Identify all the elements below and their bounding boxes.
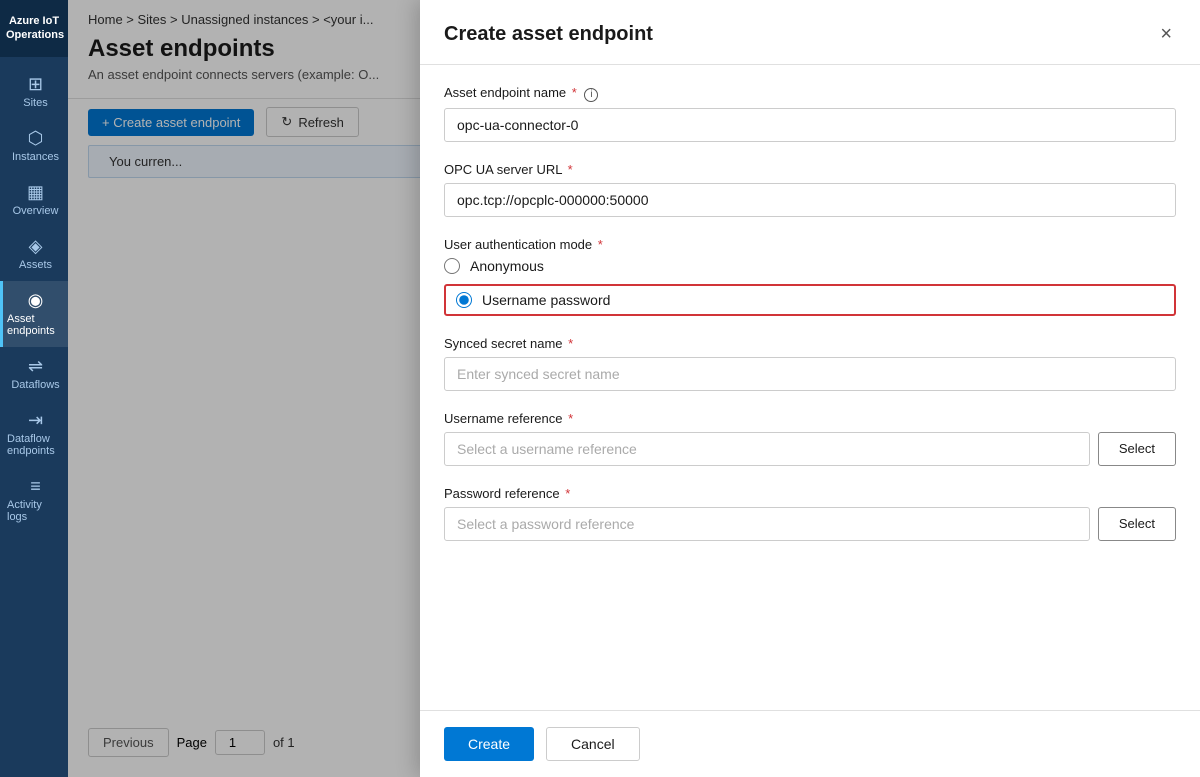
sidebar-item-overview[interactable]: ▦ Overview xyxy=(0,173,68,227)
password-reference-label: Password reference * xyxy=(444,486,1176,501)
asset-endpoints-icon: ◉ xyxy=(28,291,44,309)
radio-anonymous-label: Anonymous xyxy=(470,258,544,274)
sidebar-item-label: Sites xyxy=(23,97,47,109)
endpoint-name-input[interactable] xyxy=(444,108,1176,142)
modal-header: Create asset endpoint × xyxy=(420,0,1200,65)
sidebar-item-label: Dataflow endpoints xyxy=(7,433,64,457)
synced-secret-label: Synced secret name * xyxy=(444,336,1176,351)
sidebar-item-dataflow-endpoints[interactable]: ⇥ Dataflow endpoints xyxy=(0,401,68,467)
sidebar-item-label: Activity logs xyxy=(7,499,64,523)
required-star: * xyxy=(568,411,573,426)
info-icon[interactable]: i xyxy=(584,88,598,102)
password-reference-input[interactable] xyxy=(444,507,1090,541)
auth-mode-label: User authentication mode * xyxy=(444,237,1176,252)
password-reference-select-button[interactable]: Select xyxy=(1098,507,1176,541)
sidebar-item-sites[interactable]: ⊞ Sites xyxy=(0,65,68,119)
create-button[interactable]: Create xyxy=(444,727,534,761)
sidebar-item-label: Asset endpoints xyxy=(7,313,64,337)
endpoint-name-group: Asset endpoint name * i xyxy=(444,85,1176,142)
radio-anonymous[interactable]: Anonymous xyxy=(444,258,1176,274)
auth-mode-group: User authentication mode * Anonymous xyxy=(444,237,1176,316)
username-reference-select-button[interactable]: Select xyxy=(1098,432,1176,466)
server-url-input[interactable] xyxy=(444,183,1176,217)
sidebar-item-label: Assets xyxy=(19,259,52,271)
assets-icon: ◈ xyxy=(29,237,43,255)
synced-secret-group: Synced secret name * xyxy=(444,336,1176,391)
username-reference-label: Username reference * xyxy=(444,411,1176,426)
sidebar: Azure IoT Operations ⊞ Sites ⬡ Instances… xyxy=(0,0,68,777)
modal-body: Asset endpoint name * i OPC UA server UR… xyxy=(420,65,1200,710)
main-content: Home > Sites > Unassigned instances > <y… xyxy=(68,0,1200,777)
required-star: * xyxy=(598,237,603,252)
radio-username-password-label: Username password xyxy=(482,292,610,308)
sidebar-item-label: Dataflows xyxy=(11,379,59,391)
create-asset-endpoint-modal: Create asset endpoint × Asset endpoint n… xyxy=(420,0,1200,777)
dataflow-endpoints-icon: ⇥ xyxy=(28,411,43,429)
sidebar-item-dataflows[interactable]: ⇌ Dataflows xyxy=(0,347,68,401)
sidebar-item-instances[interactable]: ⬡ Instances xyxy=(0,119,68,173)
password-reference-input-group: Select xyxy=(444,507,1176,541)
overview-icon: ▦ xyxy=(27,183,44,201)
radio-anonymous-input[interactable] xyxy=(444,258,460,274)
cancel-button[interactable]: Cancel xyxy=(546,727,640,761)
sidebar-item-assets[interactable]: ◈ Assets xyxy=(0,227,68,281)
modal-title: Create asset endpoint xyxy=(444,23,653,46)
sidebar-item-asset-endpoints[interactable]: ◉ Asset endpoints xyxy=(0,281,68,347)
modal-backdrop: Create asset endpoint × Asset endpoint n… xyxy=(68,0,1200,777)
sites-icon: ⊞ xyxy=(28,75,43,93)
radio-username-password-input[interactable] xyxy=(456,292,472,308)
endpoint-name-label: Asset endpoint name * i xyxy=(444,85,1176,102)
activity-logs-icon: ≡ xyxy=(30,477,41,495)
modal-footer: Create Cancel xyxy=(420,710,1200,777)
sidebar-item-label: Instances xyxy=(12,151,59,163)
required-star: * xyxy=(568,336,573,351)
required-star: * xyxy=(568,162,573,177)
radio-username-password[interactable]: Username password xyxy=(456,292,610,308)
app-title: Azure IoT Operations xyxy=(0,0,68,57)
sidebar-item-activity-logs[interactable]: ≡ Activity logs xyxy=(0,467,68,533)
synced-secret-input[interactable] xyxy=(444,357,1176,391)
username-reference-group: Username reference * Select xyxy=(444,411,1176,466)
modal-close-button[interactable]: × xyxy=(1156,20,1176,48)
server-url-group: OPC UA server URL * xyxy=(444,162,1176,217)
server-url-label: OPC UA server URL * xyxy=(444,162,1176,177)
instances-icon: ⬡ xyxy=(28,129,44,147)
required-star: * xyxy=(572,85,577,100)
required-star: * xyxy=(565,486,570,501)
radio-username-password-box: Username password xyxy=(444,284,1176,316)
username-reference-input[interactable] xyxy=(444,432,1090,466)
username-reference-input-group: Select xyxy=(444,432,1176,466)
password-reference-group: Password reference * Select xyxy=(444,486,1176,541)
sidebar-item-label: Overview xyxy=(13,205,59,217)
dataflows-icon: ⇌ xyxy=(28,357,43,375)
auth-mode-radio-group: Anonymous Username password xyxy=(444,258,1176,316)
